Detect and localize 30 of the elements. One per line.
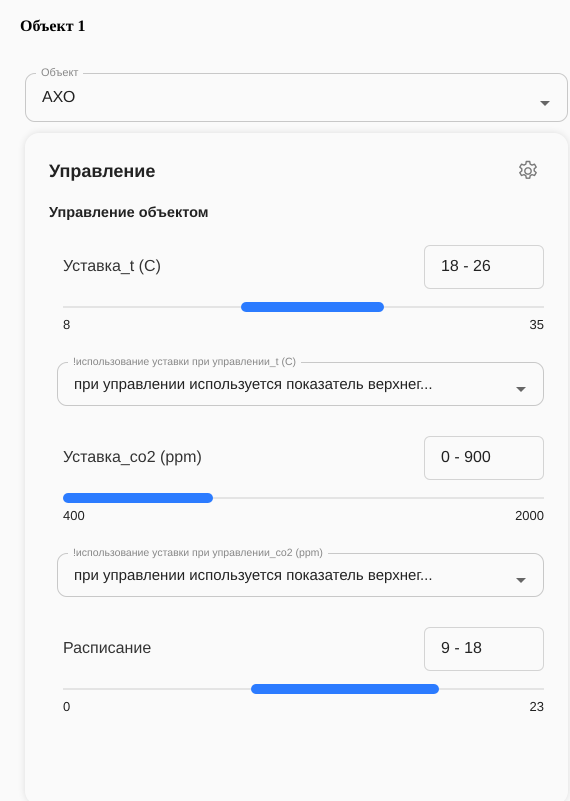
- slider-fill[interactable]: [63, 493, 214, 503]
- object-select[interactable]: Объект АХО: [25, 66, 568, 122]
- max-label: 23: [530, 699, 544, 714]
- range-field[interactable]: 9 - 18: [424, 627, 544, 671]
- mode-select[interactable]: !использование уставки при управлении_t (C) при управлении используется показатель верхнег...: [57, 355, 544, 406]
- field-label: Объект: [40, 66, 80, 80]
- range-field[interactable]: 0 - 900: [424, 436, 544, 480]
- mode-select[interactable]: !использование уставки при управлении_co2 (ppm) при управлении используется показатель верхнег...: [57, 546, 544, 597]
- caret-icon: [516, 387, 526, 392]
- slider-fill[interactable]: [241, 302, 384, 312]
- page-title: Объект 1: [20, 18, 87, 36]
- caret-icon: [540, 100, 550, 106]
- field-label: !использование уставки при управлении_co2 (ppm): [72, 546, 324, 560]
- card-title: Управление: [49, 160, 156, 182]
- max-label: 35: [530, 317, 544, 332]
- section-title: Управление объектом: [49, 205, 210, 221]
- setting-label: Уставка_t (C): [63, 258, 161, 276]
- range-field[interactable]: 18 - 26: [424, 245, 544, 289]
- select-value: при управлении используется показатель верхнег...: [74, 567, 432, 584]
- min-label: 8: [63, 317, 70, 332]
- setting-label: Расписание: [63, 640, 152, 658]
- select-value: при управлении используется показатель верхнег...: [74, 376, 432, 393]
- field-label: !использование уставки при управлении_t (C): [72, 355, 298, 369]
- caret-icon: [516, 578, 526, 583]
- min-label: 0: [63, 699, 70, 714]
- slider-fill[interactable]: [251, 684, 440, 694]
- max-label: 2000: [515, 508, 544, 523]
- setting-label: Уставка_co2 (ppm): [63, 449, 202, 467]
- min-label: 400: [63, 508, 85, 523]
- select-value: АХО: [42, 88, 76, 106]
